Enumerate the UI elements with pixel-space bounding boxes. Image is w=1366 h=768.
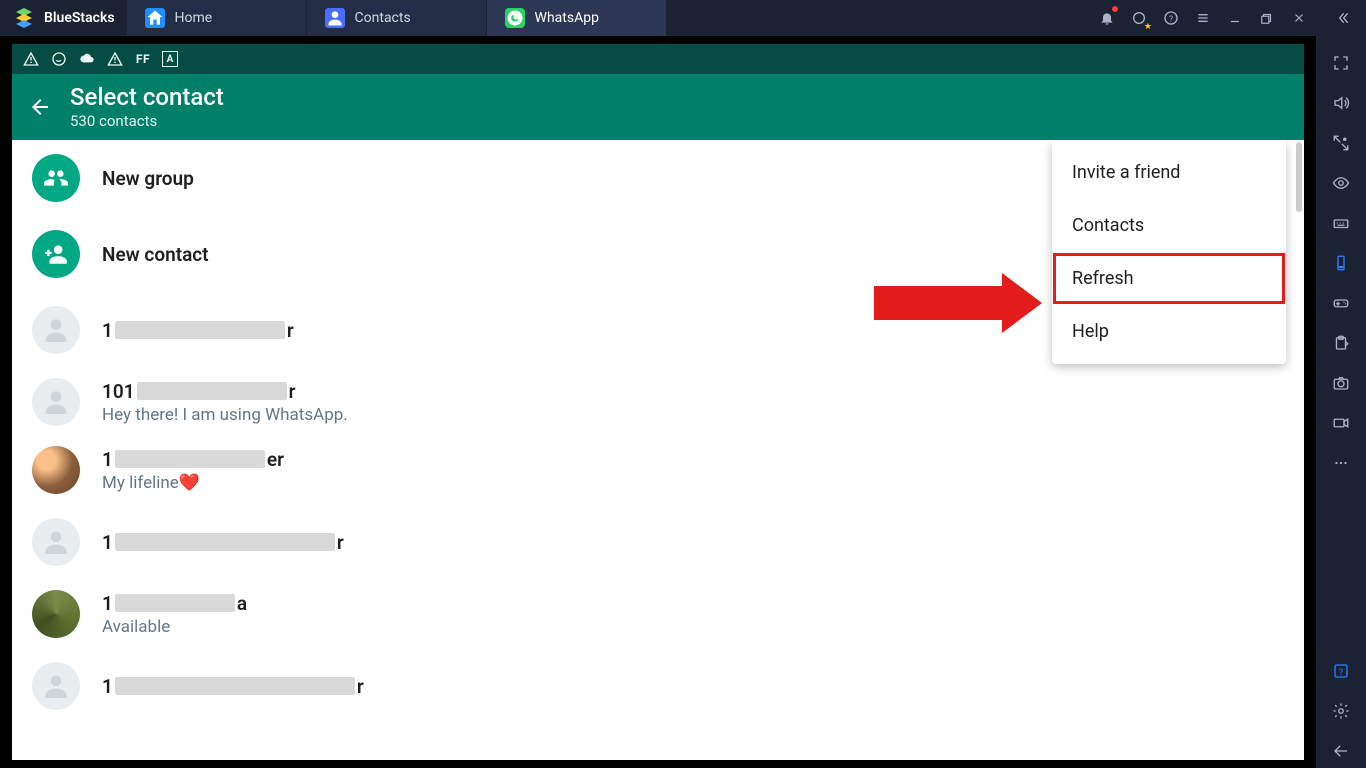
page-subtitle: 530 contacts bbox=[70, 112, 224, 130]
tab-home[interactable]: Home bbox=[127, 0, 307, 36]
close-icon[interactable] bbox=[1284, 3, 1314, 33]
warning-icon bbox=[22, 50, 40, 68]
row-label: New contact bbox=[102, 243, 209, 266]
ff-icon: FF bbox=[134, 50, 152, 68]
avatar bbox=[32, 518, 80, 566]
clipboard-icon[interactable] bbox=[1324, 326, 1358, 360]
gift-icon[interactable] bbox=[1124, 3, 1154, 33]
keyboard-icon[interactable] bbox=[1324, 206, 1358, 240]
eye-icon[interactable] bbox=[1324, 166, 1358, 200]
tab-whatsapp[interactable]: WhatsApp bbox=[487, 0, 667, 36]
whatsapp-icon bbox=[505, 8, 525, 28]
volume-icon[interactable] bbox=[1324, 86, 1358, 120]
contact-row[interactable]: 1a Available bbox=[12, 580, 1304, 648]
device-icon[interactable] bbox=[1324, 246, 1358, 280]
bell-icon[interactable] bbox=[1092, 3, 1122, 33]
contact-name: 1r bbox=[102, 319, 294, 342]
contact-name: 1er bbox=[102, 448, 284, 471]
arrow-left-icon bbox=[28, 95, 52, 119]
contact-status: Hey there! I am using WhatsApp. bbox=[102, 405, 348, 425]
back-sidebar-icon[interactable] bbox=[1324, 734, 1358, 768]
location-icon[interactable] bbox=[1324, 126, 1358, 160]
a-box-icon: A bbox=[162, 51, 178, 67]
group-icon bbox=[32, 154, 80, 202]
whatsapp-app: FF A Select contact 530 contacts New gro… bbox=[12, 44, 1304, 760]
help-icon[interactable]: ? bbox=[1156, 3, 1186, 33]
warning-icon bbox=[106, 50, 124, 68]
tab-label: WhatsApp bbox=[535, 10, 599, 26]
tab-contacts[interactable]: Contacts bbox=[307, 0, 487, 36]
bluestacks-top-bar: BlueStacks Home Contacts WhatsApp ? bbox=[0, 0, 1366, 36]
avatar bbox=[32, 590, 80, 638]
collapse-sidebar-icon[interactable] bbox=[1328, 3, 1358, 33]
home-icon bbox=[145, 8, 165, 28]
tab-strip: Home Contacts WhatsApp bbox=[127, 0, 667, 36]
record-icon[interactable] bbox=[1324, 406, 1358, 440]
bluestacks-brand: BlueStacks bbox=[44, 10, 115, 26]
contact-name: 1a bbox=[102, 592, 247, 615]
annotation-arrow bbox=[874, 286, 1002, 320]
avatar bbox=[32, 446, 80, 494]
menu-icon[interactable] bbox=[1188, 3, 1218, 33]
menu-refresh[interactable]: Refresh bbox=[1052, 252, 1286, 305]
camera-icon[interactable] bbox=[1324, 366, 1358, 400]
menu-invite-friend[interactable]: Invite a friend bbox=[1052, 146, 1286, 199]
svg-text:?: ? bbox=[1339, 668, 1343, 678]
contact-row[interactable]: 1er My lifeline❤️ bbox=[12, 436, 1304, 504]
tab-label: Home bbox=[175, 10, 213, 26]
back-button[interactable] bbox=[18, 85, 62, 129]
bluestacks-sidebar: ? bbox=[1316, 36, 1366, 768]
overflow-menu: Invite a friend Contacts Refresh Help bbox=[1052, 140, 1286, 364]
contact-name: 1r bbox=[102, 675, 364, 698]
row-label: New group bbox=[102, 167, 194, 190]
avatar bbox=[32, 306, 80, 354]
menu-help[interactable]: Help bbox=[1052, 305, 1286, 358]
tab-label: Contacts bbox=[355, 10, 411, 26]
whatsapp-status-icon bbox=[50, 50, 68, 68]
avatar bbox=[32, 378, 80, 426]
bluestacks-logo bbox=[12, 6, 36, 30]
top-right-controls: ? bbox=[1092, 3, 1362, 33]
cloud-icon bbox=[78, 50, 96, 68]
scrollbar[interactable] bbox=[1296, 142, 1302, 212]
contact-name: 1r bbox=[102, 531, 344, 554]
svg-text:?: ? bbox=[1169, 14, 1173, 24]
maximize-icon[interactable] bbox=[1252, 3, 1282, 33]
gamepad-icon[interactable] bbox=[1324, 286, 1358, 320]
contact-list: New group New contact 1r bbox=[12, 140, 1304, 760]
contact-row[interactable]: 1r bbox=[12, 504, 1304, 580]
page-title: Select contact bbox=[70, 84, 224, 110]
contact-status: My lifeline❤️ bbox=[102, 473, 284, 493]
contacts-icon bbox=[325, 8, 345, 28]
more-icon[interactable] bbox=[1324, 446, 1358, 480]
help-square-icon[interactable]: ? bbox=[1324, 654, 1358, 688]
contact-status: Available bbox=[102, 617, 247, 637]
settings-icon[interactable] bbox=[1324, 694, 1358, 728]
whatsapp-header: Select contact 530 contacts bbox=[12, 74, 1304, 140]
contact-name: 101r bbox=[102, 380, 348, 403]
avatar bbox=[32, 662, 80, 710]
menu-contacts[interactable]: Contacts bbox=[1052, 199, 1286, 252]
contact-row[interactable]: 101r Hey there! I am using WhatsApp. bbox=[12, 368, 1304, 436]
add-contact-icon bbox=[32, 230, 80, 278]
android-status-bar: FF A bbox=[12, 44, 1304, 74]
emulator-viewport: FF A Select contact 530 contacts New gro… bbox=[0, 36, 1316, 768]
contact-row[interactable]: 1r bbox=[12, 648, 1304, 724]
fullscreen-icon[interactable] bbox=[1324, 46, 1358, 80]
minimize-icon[interactable] bbox=[1220, 3, 1250, 33]
